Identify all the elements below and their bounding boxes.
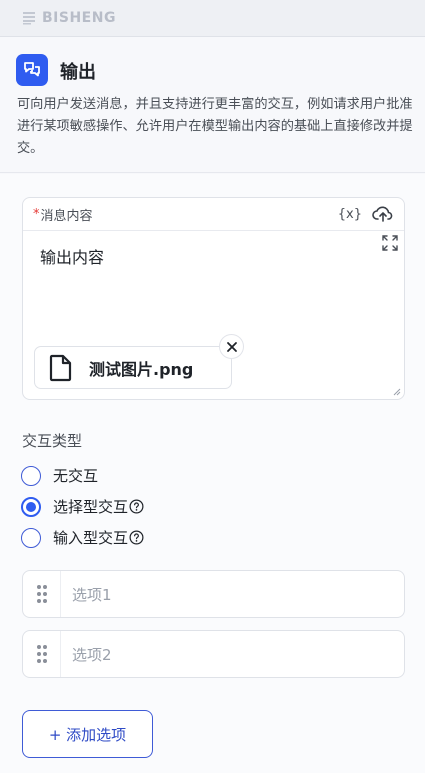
output-node-icon [16, 54, 48, 86]
app-topbar: BISHENG [0, 0, 425, 37]
interaction-type-label: 交互类型 [22, 432, 83, 450]
node-header: 输出 可向用户发送消息，并且支持进行更丰富的交互，例如请求用户批准进行某项敏感操… [0, 38, 425, 173]
brand-name: BISHENG [42, 10, 116, 26]
radio-choice-interaction[interactable]: 选择型交互 [21, 496, 144, 517]
radio-button[interactable] [21, 527, 41, 548]
message-content-label: 消息内容 [40, 208, 93, 224]
drag-handle-icon[interactable] [23, 631, 61, 677]
choice-option-row: 选项1 [22, 570, 405, 618]
add-option-button[interactable]: + 添加选项 [22, 710, 153, 758]
help-icon[interactable] [129, 499, 144, 514]
help-icon[interactable] [129, 530, 144, 545]
drag-handle-icon[interactable] [23, 571, 61, 617]
message-content-card: * 消息内容 {x} 输出内容 测试图片.png [22, 197, 405, 400]
required-mark: * [33, 206, 40, 222]
choice-option-row: 选项2 [22, 630, 405, 678]
message-content-header: * 消息内容 {x} [23, 198, 404, 231]
brand-logo-icon [23, 12, 35, 25]
resize-handle-icon[interactable] [393, 388, 401, 396]
insert-variable-button[interactable]: {x} [338, 207, 362, 222]
close-icon [226, 341, 237, 352]
upload-cloud-icon[interactable] [372, 205, 394, 223]
radio-button[interactable] [21, 465, 41, 486]
message-text-area[interactable]: 输出内容 [40, 244, 104, 268]
radio-label: 无交互 [53, 467, 99, 485]
chat-bubbles-icon [24, 62, 40, 77]
radio-label: 选择型交互 [53, 498, 129, 516]
remove-attachment-button[interactable] [219, 334, 244, 359]
expand-icon[interactable] [381, 234, 399, 252]
node-title: 输出 [60, 62, 96, 83]
file-icon [49, 354, 72, 381]
attachment-file-name: 测试图片.png [89, 359, 194, 379]
node-description: 可向用户发送消息，并且支持进行更丰富的交互，例如请求用户批准进行某项敏感操作、允… [17, 97, 413, 156]
radio-input-interaction[interactable]: 输入型交互 [21, 527, 144, 548]
option-input[interactable]: 选项2 [61, 644, 112, 665]
radio-button-selected[interactable] [21, 496, 41, 517]
option-input[interactable]: 选项1 [61, 584, 112, 605]
radio-label: 输入型交互 [53, 529, 129, 547]
attachment-chip[interactable]: 测试图片.png [34, 346, 232, 389]
radio-no-interaction[interactable]: 无交互 [21, 465, 98, 486]
